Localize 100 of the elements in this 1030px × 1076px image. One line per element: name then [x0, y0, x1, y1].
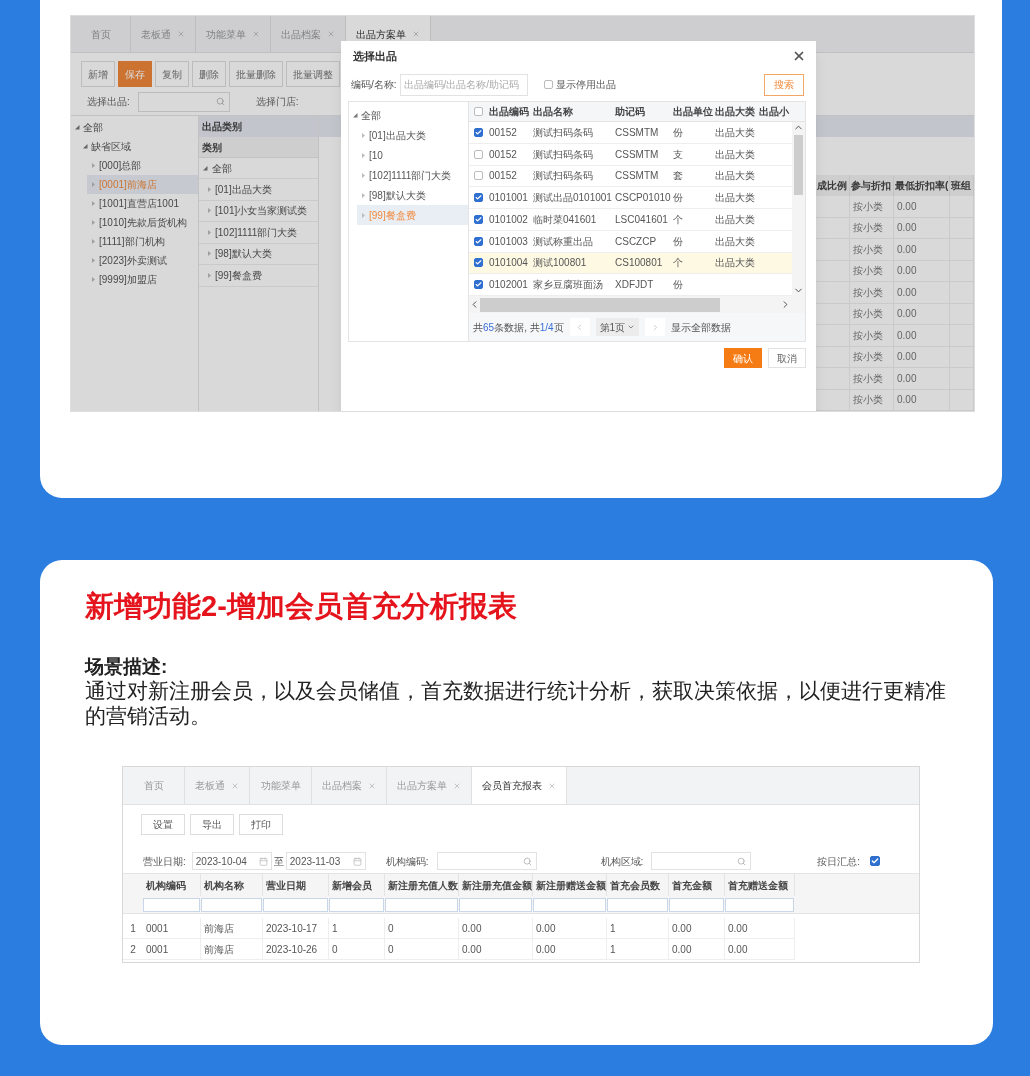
table-cell-text: 按小类	[853, 242, 883, 257]
table-cell-text: 份	[673, 278, 683, 293]
close-icon[interactable]	[327, 30, 335, 38]
checkbox[interactable]	[473, 149, 483, 159]
table-cell-text: 前海店	[204, 921, 234, 936]
column-header: 新注册充值人数	[388, 878, 458, 893]
checkbox[interactable]	[473, 236, 483, 246]
tree-item[interactable]: [000]总部	[87, 156, 198, 175]
tree-item[interactable]: [10	[357, 145, 468, 165]
caret-icon	[207, 251, 212, 257]
close-icon[interactable]	[548, 781, 556, 790]
close-icon[interactable]	[177, 30, 185, 38]
close-icon[interactable]	[231, 781, 239, 790]
search-field[interactable]: 出品编码/出品名称/助记码	[399, 73, 528, 96]
column-header: 参与折扣	[851, 179, 891, 193]
table-cell-text: 0.00	[897, 371, 917, 386]
tree-item[interactable]: [9999]加盟店	[87, 270, 198, 289]
search-icon	[215, 97, 225, 107]
column-filter-input[interactable]	[669, 897, 724, 912]
caret-icon	[83, 144, 88, 149]
previous-page-button[interactable]	[569, 318, 590, 336]
checkbox[interactable]	[473, 127, 483, 137]
tree-item[interactable]: [1111]部门机构	[87, 232, 198, 251]
category-item[interactable]: [101]小女当家测试类	[199, 200, 318, 222]
show-all-link[interactable]: 显示全部数据	[671, 319, 732, 335]
checkbox[interactable]	[473, 214, 483, 224]
column-filter-input[interactable]	[385, 897, 458, 912]
checkbox[interactable]	[473, 280, 483, 290]
date-field[interactable]: 2023-11-03	[285, 852, 366, 870]
column-filter-input[interactable]	[459, 897, 532, 912]
tree-item[interactable]: 缺省区域	[79, 137, 198, 156]
caret-icon	[361, 152, 366, 158]
close-icon[interactable]	[453, 781, 461, 790]
toolbar-button[interactable]: 批量删除	[229, 61, 283, 87]
checkbox[interactable]	[473, 258, 483, 268]
close-icon[interactable]	[252, 30, 260, 38]
category-item[interactable]: [102]1111部门大类	[199, 222, 318, 244]
tree-item[interactable]: [2023]外卖测试	[87, 251, 198, 270]
vertical-scrollbar[interactable]	[792, 122, 805, 296]
tree-item[interactable]: [1010]先款后货机构	[87, 213, 198, 232]
toolbar-button[interactable]: 导出	[190, 814, 234, 835]
toolbar-button[interactable]: 复制	[155, 61, 189, 87]
toolbar-button[interactable]: 删除	[192, 61, 226, 87]
close-button[interactable]	[792, 49, 806, 63]
checkbox[interactable]	[543, 80, 553, 89]
toolbar-button[interactable]: 打印	[239, 814, 283, 835]
table-cell-text: 份	[673, 191, 683, 206]
category-item[interactable]: [99]餐盒费	[199, 265, 318, 287]
category-item[interactable]: [98]默认大类	[199, 243, 318, 265]
table-cell-text: 按小类	[853, 221, 883, 236]
toolbar-button[interactable]: 新增	[81, 61, 115, 87]
search-field[interactable]	[137, 91, 230, 112]
column-filter-input[interactable]	[263, 897, 328, 912]
tree-item[interactable]: [01]出品大类	[357, 125, 468, 145]
scrollbar-thumb[interactable]	[480, 297, 720, 312]
column-filter-input[interactable]	[329, 897, 384, 912]
column-filter-input[interactable]	[607, 897, 668, 912]
table-cell-text: 0.00	[897, 285, 917, 300]
column-filter-input[interactable]	[201, 897, 262, 912]
toolbar-button[interactable]: 批量调整	[286, 61, 340, 87]
chevron-down-icon[interactable]	[627, 323, 636, 331]
tree-item[interactable]: [102]1111部门大类	[357, 165, 468, 185]
column-filter-input[interactable]	[533, 897, 606, 912]
table-cell-text: 0.00	[536, 921, 556, 936]
table-cell-text: 0102001	[489, 278, 528, 293]
caret-icon	[91, 258, 96, 263]
column-filter-input[interactable]	[143, 897, 200, 912]
page-select[interactable]: 第1页	[595, 318, 640, 336]
calendar-icon[interactable]	[352, 856, 362, 866]
close-icon[interactable]	[412, 30, 420, 38]
date-field[interactable]: 2023-10-04	[191, 852, 272, 870]
checkbox[interactable]	[473, 107, 483, 116]
column-header: 出品名称	[533, 105, 573, 119]
range-separator: 至	[273, 854, 284, 869]
checkbox[interactable]	[473, 171, 483, 181]
next-page-button[interactable]	[645, 318, 666, 336]
field-label: 选择出品:	[87, 95, 130, 110]
close-icon[interactable]	[368, 781, 376, 790]
search-field[interactable]	[651, 852, 752, 870]
checkbox[interactable]	[870, 856, 881, 866]
caret-icon	[91, 239, 96, 244]
search-field[interactable]	[436, 852, 537, 870]
tab[interactable]: 会员首充报表	[472, 767, 567, 804]
table-cell-text: 按小类	[853, 371, 883, 386]
column-filter-input[interactable]	[725, 897, 794, 912]
tree-item[interactable]: 全部	[71, 118, 198, 137]
calendar-icon[interactable]	[258, 856, 268, 866]
table-row[interactable]: 0101004 测试100801 CS100801 个 出品大类	[469, 252, 792, 275]
cancel-button[interactable]: 取消	[768, 348, 806, 368]
toolbar-button[interactable]: 设置	[141, 814, 185, 835]
tree-item[interactable]: [98]默认大类	[357, 185, 468, 205]
scrollbar-thumb[interactable]	[794, 135, 803, 195]
table-cell-text: CS100801	[615, 256, 663, 271]
horizontal-scrollbar[interactable]	[469, 296, 805, 313]
row-number: 2	[130, 942, 136, 957]
checkbox[interactable]	[473, 193, 483, 203]
tree-item[interactable]: [1001]直营店1001	[87, 194, 198, 213]
tree-item[interactable]: 全部	[349, 105, 468, 125]
category-item[interactable]: [01]出品大类	[199, 179, 318, 201]
column-header: 出品小	[759, 105, 789, 119]
